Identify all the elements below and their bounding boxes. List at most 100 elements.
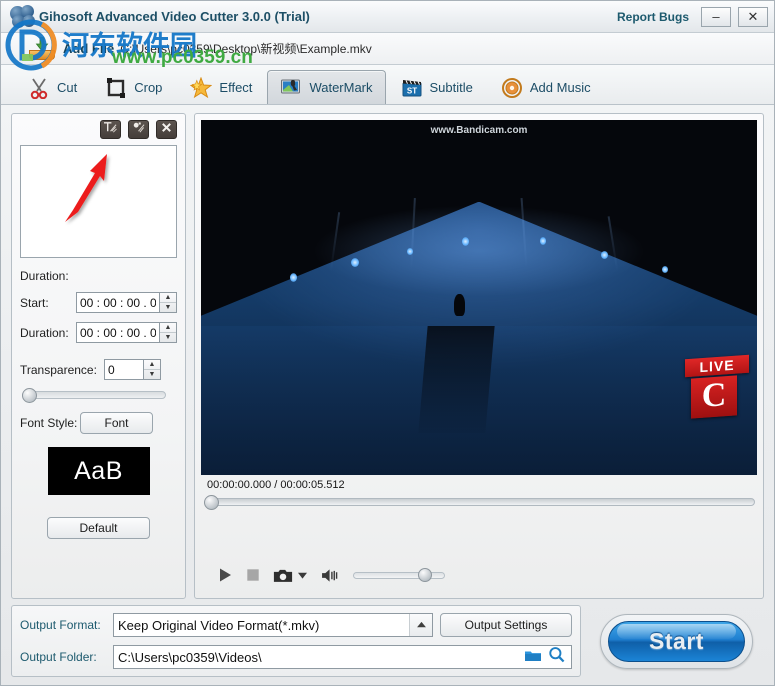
output-folder-field[interactable] bbox=[113, 645, 572, 669]
tab-watermark[interactable]: WaterMark bbox=[267, 70, 386, 104]
tab-label: Crop bbox=[134, 80, 163, 95]
duration-time-stepper[interactable]: ▲ ▼ bbox=[76, 322, 177, 343]
font-button[interactable]: Font bbox=[80, 412, 153, 434]
output-format-label: Output Format: bbox=[20, 618, 101, 632]
output-section: Output Format: Output Settings Output Fo… bbox=[1, 599, 774, 685]
tab-add-music[interactable]: Add Music bbox=[488, 70, 604, 104]
tab-crop[interactable]: Crop bbox=[92, 70, 175, 104]
slider-thumb[interactable] bbox=[22, 388, 37, 403]
minimize-button[interactable]: – bbox=[701, 6, 731, 27]
page-title: Gihosoft Advanced Video Cutter 3.0.0 (Tr… bbox=[39, 9, 310, 24]
remove-watermark-button[interactable] bbox=[156, 120, 177, 139]
app-window: Gihosoft Advanced Video Cutter 3.0.0 (Tr… bbox=[0, 0, 775, 686]
tab-label: Add Music bbox=[529, 80, 591, 95]
folder-icon[interactable] bbox=[524, 648, 542, 667]
stage-light bbox=[289, 272, 297, 282]
font-style-label: Font Style: bbox=[20, 416, 78, 430]
duration-header: Duration: bbox=[20, 269, 69, 283]
start-label: Start: bbox=[20, 295, 49, 310]
duration-time-row: Duration: ▲ ▼ bbox=[20, 322, 177, 343]
spin-up-icon[interactable]: ▲ bbox=[160, 293, 176, 303]
transparence-slider[interactable] bbox=[22, 388, 166, 403]
default-button[interactable]: Default bbox=[47, 517, 150, 539]
transparence-stepper[interactable]: ▲ ▼ bbox=[104, 359, 161, 380]
start-time-stepper[interactable]: ▲ ▼ bbox=[76, 292, 177, 313]
mute-button[interactable] bbox=[321, 568, 340, 583]
chevron-down-icon[interactable] bbox=[297, 571, 308, 580]
scissors-icon bbox=[28, 77, 50, 99]
stop-square-icon bbox=[247, 569, 259, 581]
stop-button[interactable] bbox=[246, 568, 260, 582]
font-preview: AaB bbox=[47, 447, 150, 495]
svg-text:ST: ST bbox=[406, 86, 416, 95]
report-bugs-link[interactable]: Report Bugs bbox=[613, 8, 693, 26]
tab-label: Cut bbox=[57, 80, 78, 95]
add-text-watermark-button[interactable] bbox=[100, 120, 121, 139]
snapshot-group[interactable] bbox=[273, 568, 308, 583]
spin-up-icon[interactable]: ▲ bbox=[160, 323, 176, 333]
live-badge-label: LIVE bbox=[685, 354, 749, 378]
watermark-toolbar bbox=[20, 120, 177, 140]
audio-disc-icon bbox=[501, 77, 523, 99]
output-format-combobox[interactable] bbox=[113, 613, 433, 637]
clapperboard-st-icon: ST bbox=[401, 77, 423, 99]
video-scene-glow bbox=[312, 205, 646, 298]
tab-label: Subtitle bbox=[429, 80, 473, 95]
output-folder-input[interactable] bbox=[114, 646, 518, 668]
spin-down-icon[interactable]: ▼ bbox=[160, 333, 176, 342]
speaker-icon bbox=[322, 568, 338, 582]
add-file-label: Add File bbox=[63, 41, 115, 56]
watermark-monitor-icon bbox=[280, 77, 302, 99]
chevron-up-icon bbox=[416, 621, 426, 628]
seek-slider[interactable] bbox=[204, 495, 755, 510]
volume-slider[interactable] bbox=[353, 568, 445, 582]
transparence-input[interactable] bbox=[104, 359, 143, 380]
output-folder-row: Output Folder: bbox=[20, 645, 572, 669]
duration-label: Duration: bbox=[20, 325, 69, 340]
tab-cut[interactable]: Cut bbox=[15, 70, 90, 104]
bandicam-watermark: www.Bandicam.com bbox=[430, 125, 528, 136]
output-folder-label: Output Folder: bbox=[20, 650, 97, 664]
down-arrow-glyph bbox=[35, 36, 49, 52]
start-button-area: Start bbox=[589, 605, 764, 677]
duration-spin-buttons[interactable]: ▲ ▼ bbox=[159, 322, 177, 343]
preview-panel: www.Bandicam.com LIVE C 00:00:00.000 / 0… bbox=[194, 113, 764, 599]
star-burst-icon bbox=[190, 76, 213, 99]
tab-effect[interactable]: Effect bbox=[177, 70, 265, 104]
duration-time-input[interactable] bbox=[76, 322, 159, 343]
seek-thumb[interactable] bbox=[204, 495, 219, 510]
magnifier-icon[interactable] bbox=[548, 646, 565, 668]
output-settings-button[interactable]: Output Settings bbox=[440, 613, 572, 637]
transparence-row: Transparence: ▲ ▼ bbox=[20, 359, 177, 380]
watermark-settings-panel: Duration: Start: ▲ ▼ Duration: ▲ bbox=[11, 113, 186, 599]
add-file-path: C:\Users\pc0359\Desktop\新视频\Example.mkv bbox=[120, 42, 372, 56]
watermark-list[interactable] bbox=[20, 145, 177, 258]
add-file-bar[interactable]: Add File C:\Users\pc0359\Desktop\新视频\Exa… bbox=[1, 32, 774, 65]
start-time-input[interactable] bbox=[76, 292, 159, 313]
text-watermark-icon bbox=[103, 121, 118, 139]
play-button[interactable] bbox=[217, 567, 233, 583]
crop-frame-icon bbox=[105, 77, 127, 99]
spin-down-icon[interactable]: ▼ bbox=[160, 303, 176, 312]
start-button[interactable]: Start bbox=[600, 613, 753, 669]
feature-tabs: Cut Crop Effect WaterMark ST Subtitle Ad… bbox=[1, 65, 774, 105]
close-button[interactable]: ✕ bbox=[738, 6, 768, 27]
video-scene-figure bbox=[453, 293, 465, 316]
play-icon bbox=[220, 568, 231, 582]
spin-down-icon[interactable]: ▼ bbox=[144, 370, 160, 379]
stage-light bbox=[406, 247, 413, 255]
spin-up-icon[interactable]: ▲ bbox=[144, 360, 160, 370]
close-x-icon bbox=[160, 121, 173, 139]
output-settings-box: Output Format: Output Settings Output Fo… bbox=[11, 605, 581, 677]
add-image-watermark-button[interactable] bbox=[128, 120, 149, 139]
transparence-spin-buttons[interactable]: ▲ ▼ bbox=[143, 359, 161, 380]
tab-subtitle[interactable]: ST Subtitle bbox=[388, 70, 486, 104]
transparence-label: Transparence: bbox=[20, 362, 97, 377]
output-format-dropdown-button[interactable] bbox=[409, 614, 432, 636]
start-spin-buttons[interactable]: ▲ ▼ bbox=[159, 292, 177, 313]
output-format-input[interactable] bbox=[114, 614, 409, 636]
film-reel-icon bbox=[9, 4, 37, 29]
video-preview[interactable]: www.Bandicam.com LIVE C bbox=[201, 120, 757, 475]
camera-icon bbox=[273, 569, 293, 582]
volume-thumb[interactable] bbox=[418, 568, 432, 582]
